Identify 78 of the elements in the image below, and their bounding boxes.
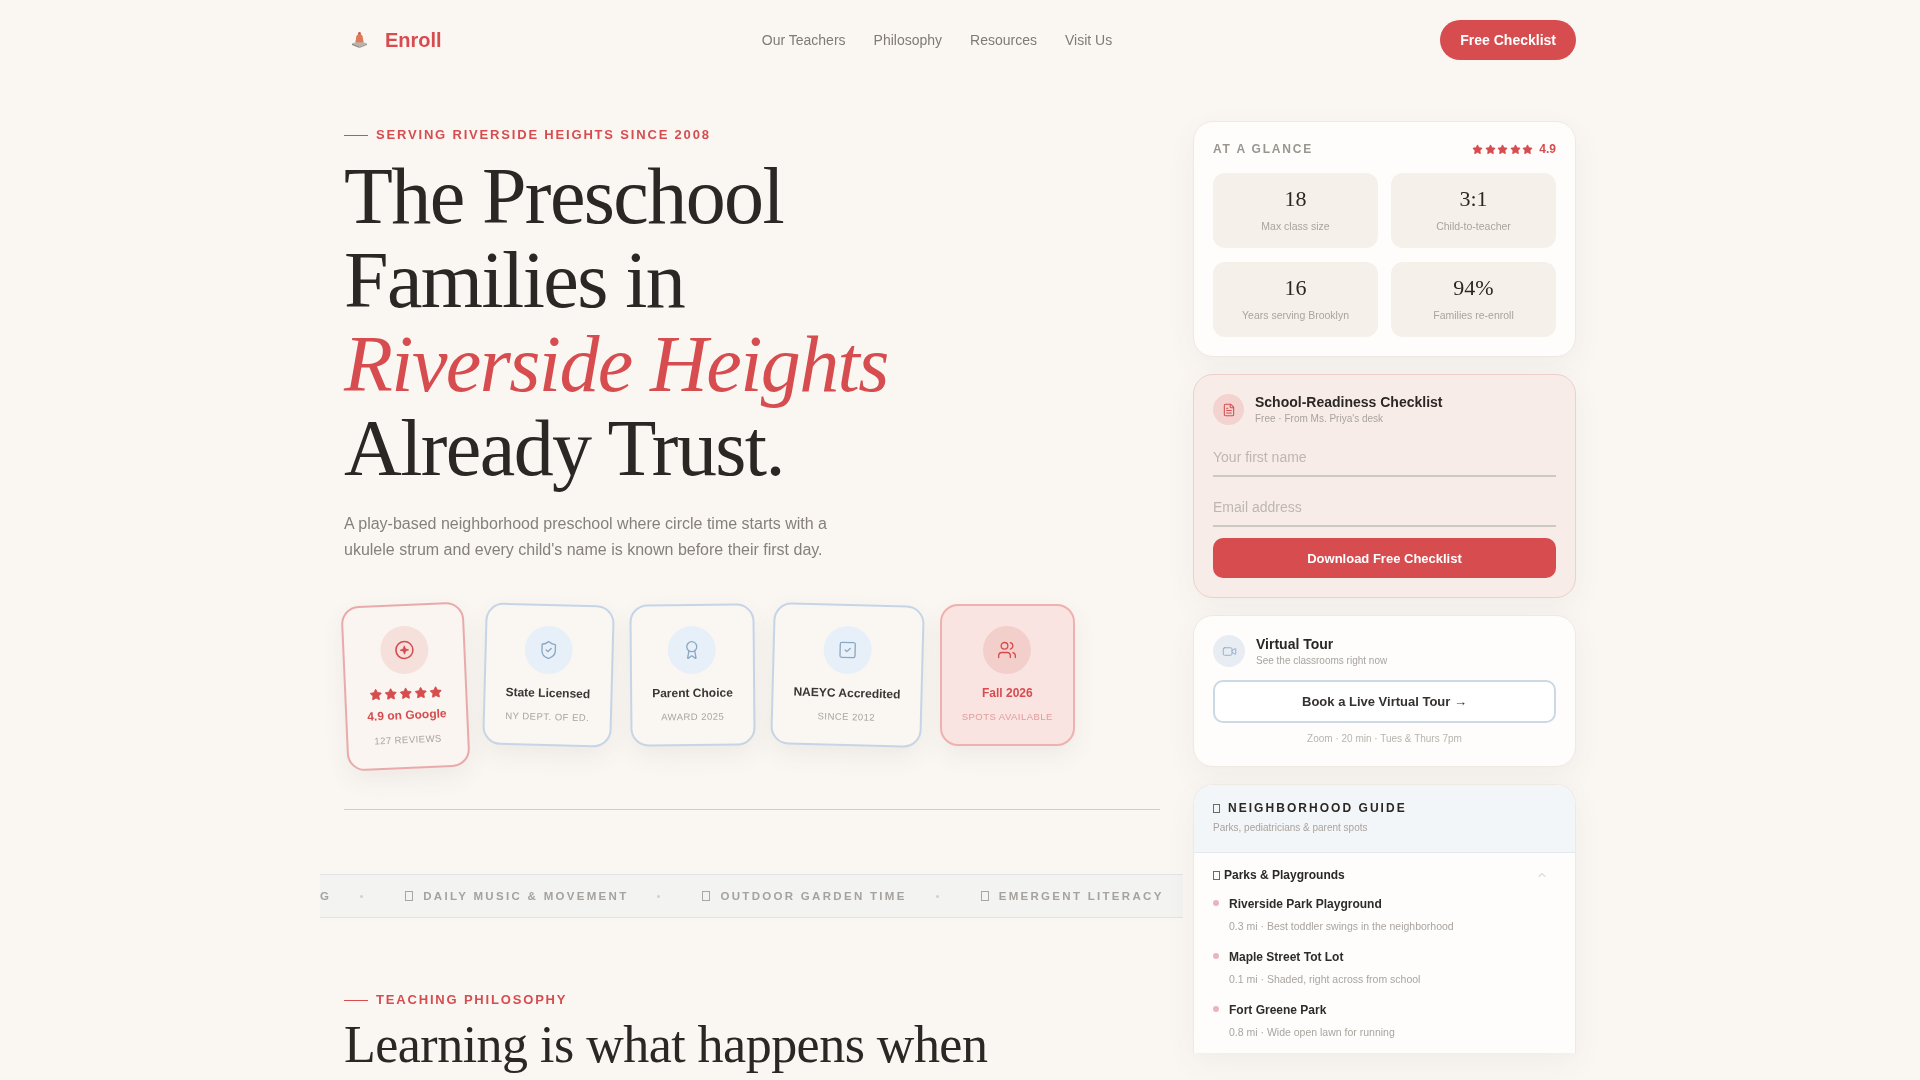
download-button[interactable]: Download Free Checklist [1213,538,1556,578]
nav-link[interactable]: Philosophy [873,32,943,48]
nav-link[interactable]: Our Teachers [761,32,846,48]
stat-label: Child-to-teacher [1436,219,1511,233]
star-icon [414,686,428,700]
accordion-header[interactable]: Parks & Playgrounds [1213,867,1556,883]
intro-paragraph: A play-based neighborhood preschool where circle time starts with a ukulele strum and every child's name is known before their first day. [344,514,828,560]
ticker-label: DAILY MUSIC & MOVEMENT [423,890,629,902]
stat-value: 18 [1284,185,1307,213]
stat-value: 94% [1453,274,1494,302]
bell-icon [351,32,368,48]
separator-dot-icon [657,894,661,898]
place-name: Fort Greene Park [1229,1002,1328,1018]
place-name: Maple Street Tot Lot [1229,949,1345,965]
ticker-label: EMERGENT LITERACY [998,890,1164,902]
section-heading: Learning is what happens when [344,1016,989,1074]
brand-link[interactable]: Enroll [344,28,442,52]
nav-link[interactable]: Visit Us [1064,32,1113,48]
eyebrow-label: SERVING RIVERSIDE HEIGHTS SINCE 2008 [376,127,711,143]
cta-button[interactable]: Free Checklist [1440,20,1576,60]
empty-glyph-icon [702,891,711,901]
book-tour-button[interactable]: Book a Live Virtual Tour → [1213,680,1556,723]
star-icon [384,687,398,701]
empty-glyph-icon [1213,803,1220,813]
card-subtitle: Parks, pediatricians & parent spots [1213,822,1369,834]
star-icon [1497,143,1509,155]
badge-subtitle: SPOTS AVAILABLE [961,711,1053,723]
card-title: School-Readiness Checklist [1255,394,1443,411]
star-icon [429,685,443,699]
star-icon [399,686,413,701]
stat-label: Max class size [1261,219,1330,233]
input-field[interactable]: Your first name [1213,439,1556,477]
stat-value: 3:1 [1459,185,1488,213]
badge-subtitle: NY DEPT. OF ED. [505,709,590,725]
badge-subtitle: 127 REVIEWS [374,732,442,748]
empty-glyph-icon [980,891,989,901]
empty-glyph-icon [405,891,414,901]
eyebrow-label: TEACHING PHILOSOPHY [376,992,568,1008]
place-detail: 0.1 mi · Shaded, right across from school [1229,973,1421,985]
bullet-dot-icon [1213,1006,1219,1012]
card-title: AT A GLANCE [1213,142,1313,156]
badge-subtitle: SINCE 2012 [817,710,876,724]
people-icon [983,626,1032,674]
star-icon [1509,143,1521,155]
star-icon [1472,143,1484,155]
place-detail: 0.8 mi · Wide open lawn for running [1229,1026,1395,1038]
badge-title: Parent Choice [652,685,733,702]
star-icon [369,688,383,702]
separator-dot-icon [360,894,364,898]
rating-value: 4.9 [1539,142,1556,156]
place-detail: 0.3 mi · Best toddler swings in the neighborhood [1229,920,1454,932]
stat-label: Years serving Brooklyn [1242,308,1349,322]
card-subtitle: See the classrooms right now [1256,654,1388,667]
ticker-label: OUTDOOR GARDEN TIME [720,890,907,902]
badge-title: 4.9 on Google [367,706,447,725]
badge-title: State Licensed [505,684,591,703]
document-icon [1213,394,1244,425]
nav-link[interactable]: Resources [970,32,1037,48]
stat-label: Families re-enroll [1433,308,1514,322]
star-icon [1484,143,1496,155]
bullet-dot-icon [1213,953,1219,959]
star-icon [1522,143,1534,155]
badge-subtitle: AWARD 2025 [661,710,725,724]
hero-headline: The Preschool Families in Riverside Heights Already Trust. [344,154,889,490]
card-subtitle: Free · From Ms. Priya's desk [1255,413,1385,425]
badge-title: Fall 2026 [981,686,1033,701]
empty-glyph-icon [1213,870,1220,880]
card-title: Virtual Tour [1256,635,1335,653]
bullet-dot-icon [1213,900,1219,906]
separator-dot-icon [935,894,939,898]
ticker-label: G [320,890,332,902]
input-field[interactable]: Email address [1213,489,1556,527]
badge-title: NAEYC Accredited [793,684,901,703]
video-camera-icon [1213,635,1245,667]
card-title: NEIGHBORHOOD GUIDE [1228,801,1407,815]
tour-note: Zoom · 20 min · Tues & Thurs 7pm [1306,733,1463,745]
place-name: Riverside Park Playground [1229,896,1383,912]
stat-value: 16 [1284,274,1307,302]
